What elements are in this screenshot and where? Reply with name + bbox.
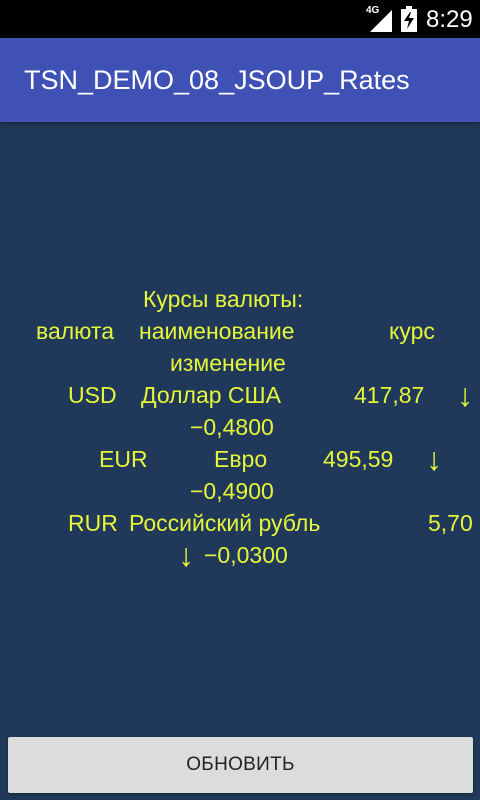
- battery-charging-icon: [401, 6, 417, 32]
- column-header-change: изменение: [170, 350, 286, 376]
- rate-row-code: RUR: [68, 510, 118, 536]
- arrow-down-icon: ↓: [178, 537, 194, 573]
- rate-row-rate: 5,70: [428, 510, 473, 536]
- rates-heading: Курсы валюты:: [143, 286, 304, 312]
- rate-row-name: Доллар США: [141, 382, 281, 408]
- status-clock: 8:29: [426, 6, 473, 33]
- status-bar: 4G 8:29: [0, 0, 480, 38]
- rate-row-change: −0,4800: [190, 414, 274, 440]
- arrow-down-icon: ↓: [426, 441, 442, 477]
- rate-row-change: −0,0300: [204, 542, 288, 568]
- column-header-name: наименование: [139, 318, 295, 344]
- rate-row-rate: 417,87: [354, 382, 425, 408]
- rate-row-rate: 495,59: [323, 446, 394, 472]
- app-bar: TSN_DEMO_08_JSOUP_Rates: [0, 38, 480, 122]
- rate-row-name: Евро: [214, 446, 268, 472]
- rate-row-name: Российский рубль: [129, 510, 321, 536]
- signal-icon: [370, 10, 392, 32]
- column-header-currency: валюта: [36, 318, 114, 344]
- rate-row-code: USD: [68, 382, 117, 408]
- app-title: TSN_DEMO_08_JSOUP_Rates: [24, 65, 410, 95]
- column-header-rate: курс: [389, 318, 435, 344]
- update-button[interactable]: ОБНОВИТЬ: [8, 737, 473, 793]
- rate-row-code: EUR: [99, 446, 148, 472]
- arrow-down-icon: ↓: [457, 377, 473, 413]
- rate-row-change: −0,4900: [190, 478, 274, 504]
